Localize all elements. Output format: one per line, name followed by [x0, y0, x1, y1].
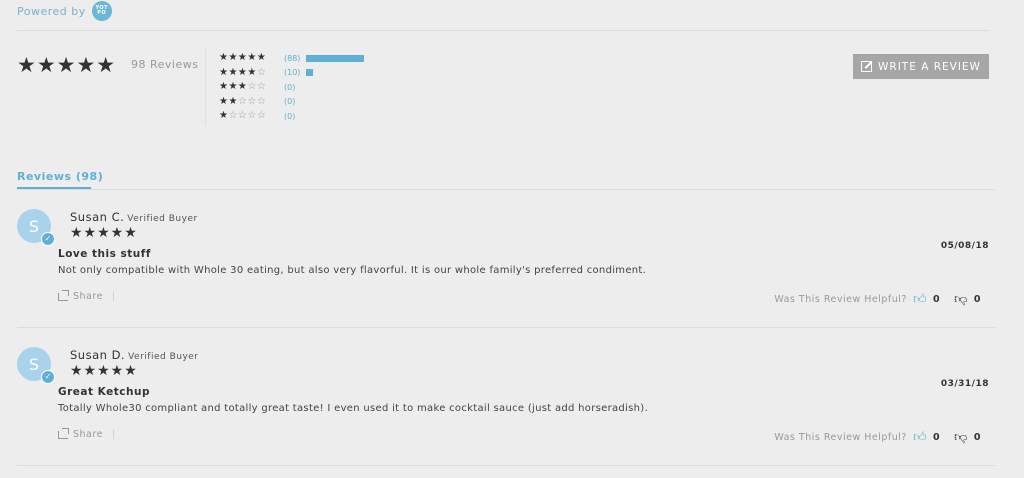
powered-by-label: Powered by — [17, 4, 86, 18]
review-body: Not only compatible with Whole 30 eating… — [58, 265, 647, 276]
reviewer-name-text: Susan C. — [70, 210, 125, 224]
thumbs-down-count: 0 — [973, 294, 981, 305]
review-date: 03/31/18 — [940, 379, 989, 389]
helpful-vote: Was This Review Helpful? 👍︎ 0 👎︎ 0 — [774, 292, 989, 307]
share-label: Share — [73, 429, 103, 440]
tabs-divider — [17, 189, 995, 190]
review-stars: ★★★★★ — [70, 225, 138, 241]
share-button[interactable]: Share | — [58, 289, 116, 302]
powered-by: Powered by YOT PO — [17, 1, 112, 21]
tab-reviews[interactable]: Reviews (98) — [17, 170, 103, 183]
thumbs-down-icon[interactable]: 👎︎ — [954, 430, 968, 445]
share-separator: | — [111, 291, 116, 302]
distribution-stars: ★★☆☆☆ — [219, 95, 267, 107]
distribution-count: (0) — [284, 97, 296, 107]
total-reviews-count: 98 Reviews — [131, 58, 199, 71]
distribution-bar — [306, 54, 364, 62]
distribution-count: (0) — [284, 111, 296, 121]
helpful-vote: Was This Review Helpful? 👍︎ 0 👎︎ 0 — [774, 430, 989, 445]
review-divider — [17, 327, 995, 328]
top-divider — [17, 30, 989, 31]
verified-buyer-badge: Verified Buyer — [127, 214, 198, 224]
thumbs-down-icon[interactable]: 👎︎ — [954, 292, 968, 307]
distribution-count: (10) — [284, 68, 301, 78]
review-title: Love this stuff — [58, 248, 151, 260]
thumbs-up-count: 0 — [933, 294, 941, 305]
review-item: S ✓ Susan C. Verified Buyer ★★★★★ 05/08/18 Lov… — [0, 209, 1024, 339]
reviewer-name: Susan C. Verified Buyer — [70, 210, 198, 224]
distribution-row-3[interactable]: ★★★☆☆ (0) — [219, 80, 364, 95]
pencil-icon — [861, 61, 873, 72]
review-stars: ★★★★★ — [70, 363, 138, 379]
distribution-divider — [205, 48, 206, 126]
thumbs-up-icon[interactable]: 👍︎ — [913, 292, 927, 307]
reviewer-name-text: Susan D. — [70, 348, 126, 362]
distribution-bar — [306, 69, 313, 77]
review-body: Totally Whole30 compliant and totally gr… — [58, 403, 648, 414]
review-item: S ✓ Susan D. Verified Buyer ★★★★★ 03/31/18 Gre… — [0, 347, 1024, 477]
verified-buyer-badge: Verified Buyer — [128, 352, 199, 362]
share-button[interactable]: Share | — [58, 427, 116, 440]
write-review-button[interactable]: WRITE A REVIEW — [853, 54, 989, 79]
rating-distribution: ★★★★★ (88) ★★★★☆ (10) ★★★☆☆ (0) ★★☆☆☆ (0) ★☆☆☆☆ (… — [219, 51, 364, 124]
distribution-row-4[interactable]: ★★★★☆ (10) — [219, 66, 364, 81]
share-separator: | — [111, 429, 116, 440]
review-title: Great Ketchup — [58, 386, 150, 398]
distribution-count: (0) — [284, 82, 296, 92]
average-rating-stars: ★★★★★ — [17, 53, 117, 77]
helpful-label: Was This Review Helpful? — [774, 432, 907, 443]
yotpo-logo-icon[interactable]: YOT PO — [91, 1, 112, 21]
thumbs-up-count: 0 — [933, 432, 941, 443]
helpful-label: Was This Review Helpful? — [774, 294, 907, 305]
distribution-stars: ★☆☆☆☆ — [219, 110, 267, 122]
verified-check-icon: ✓ — [41, 232, 55, 246]
reviewer-name: Susan D. Verified Buyer — [70, 348, 199, 362]
review-divider — [17, 465, 995, 466]
distribution-count: (88) — [284, 53, 301, 63]
share-icon — [58, 427, 69, 439]
distribution-stars: ★★★★☆ — [219, 66, 267, 78]
verified-check-icon: ✓ — [41, 370, 55, 384]
distribution-row-1[interactable]: ★☆☆☆☆ (0) — [219, 109, 364, 124]
distribution-stars: ★★★☆☆ — [219, 81, 267, 93]
review-date: 05/08/18 — [940, 241, 989, 251]
share-label: Share — [73, 291, 103, 302]
distribution-row-5[interactable]: ★★★★★ (88) — [219, 51, 364, 66]
share-icon — [58, 289, 69, 301]
write-review-label: WRITE A REVIEW — [878, 60, 981, 73]
thumbs-down-count: 0 — [973, 432, 981, 443]
distribution-row-2[interactable]: ★★☆☆☆ (0) — [219, 95, 364, 110]
thumbs-up-icon[interactable]: 👍︎ — [913, 430, 927, 445]
distribution-stars: ★★★★★ — [219, 52, 267, 64]
